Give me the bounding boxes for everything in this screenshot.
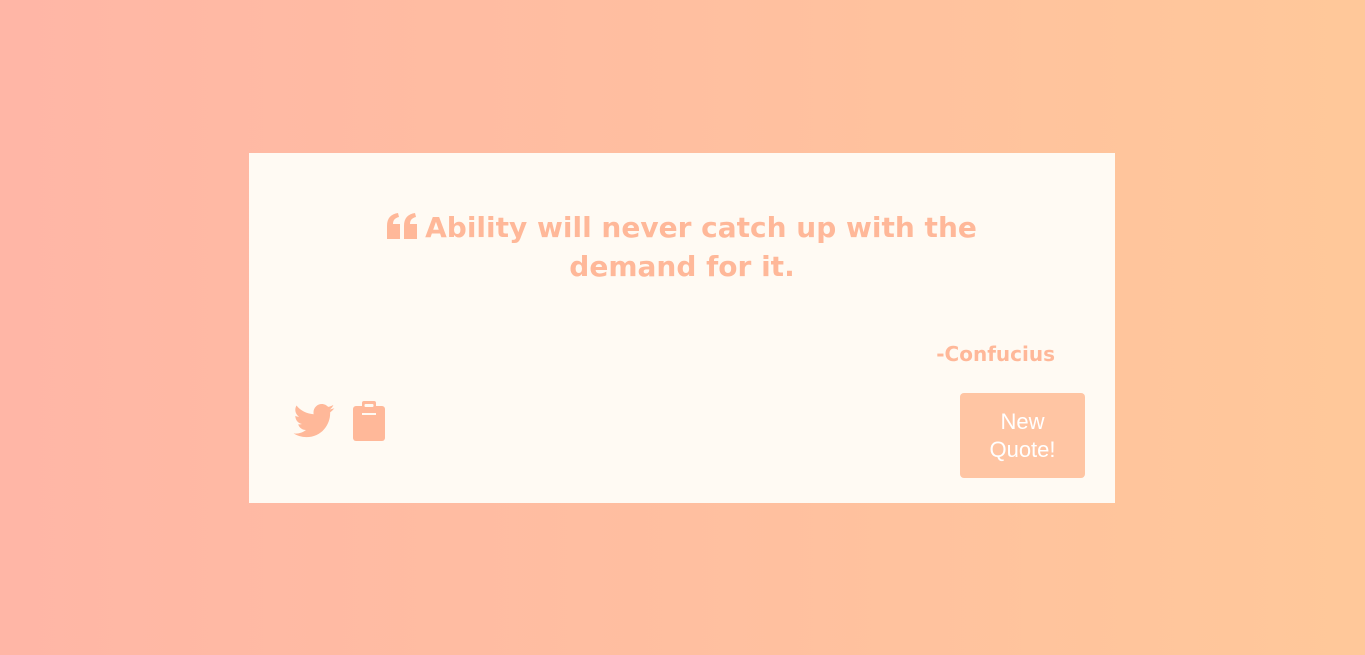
new-quote-button[interactable]: New Quote! <box>960 393 1085 478</box>
twitter-icon[interactable] <box>293 404 335 442</box>
quote-author: -Confucius <box>936 342 1055 366</box>
quote-text: Ability will never catch up with the dem… <box>425 211 977 283</box>
share-actions <box>293 401 385 445</box>
clipboard-icon[interactable] <box>353 401 385 445</box>
quote-block: Ability will never catch up with the dem… <box>329 208 1035 286</box>
quote-left-icon <box>387 210 418 239</box>
quote-card: Ability will never catch up with the dem… <box>249 153 1115 503</box>
